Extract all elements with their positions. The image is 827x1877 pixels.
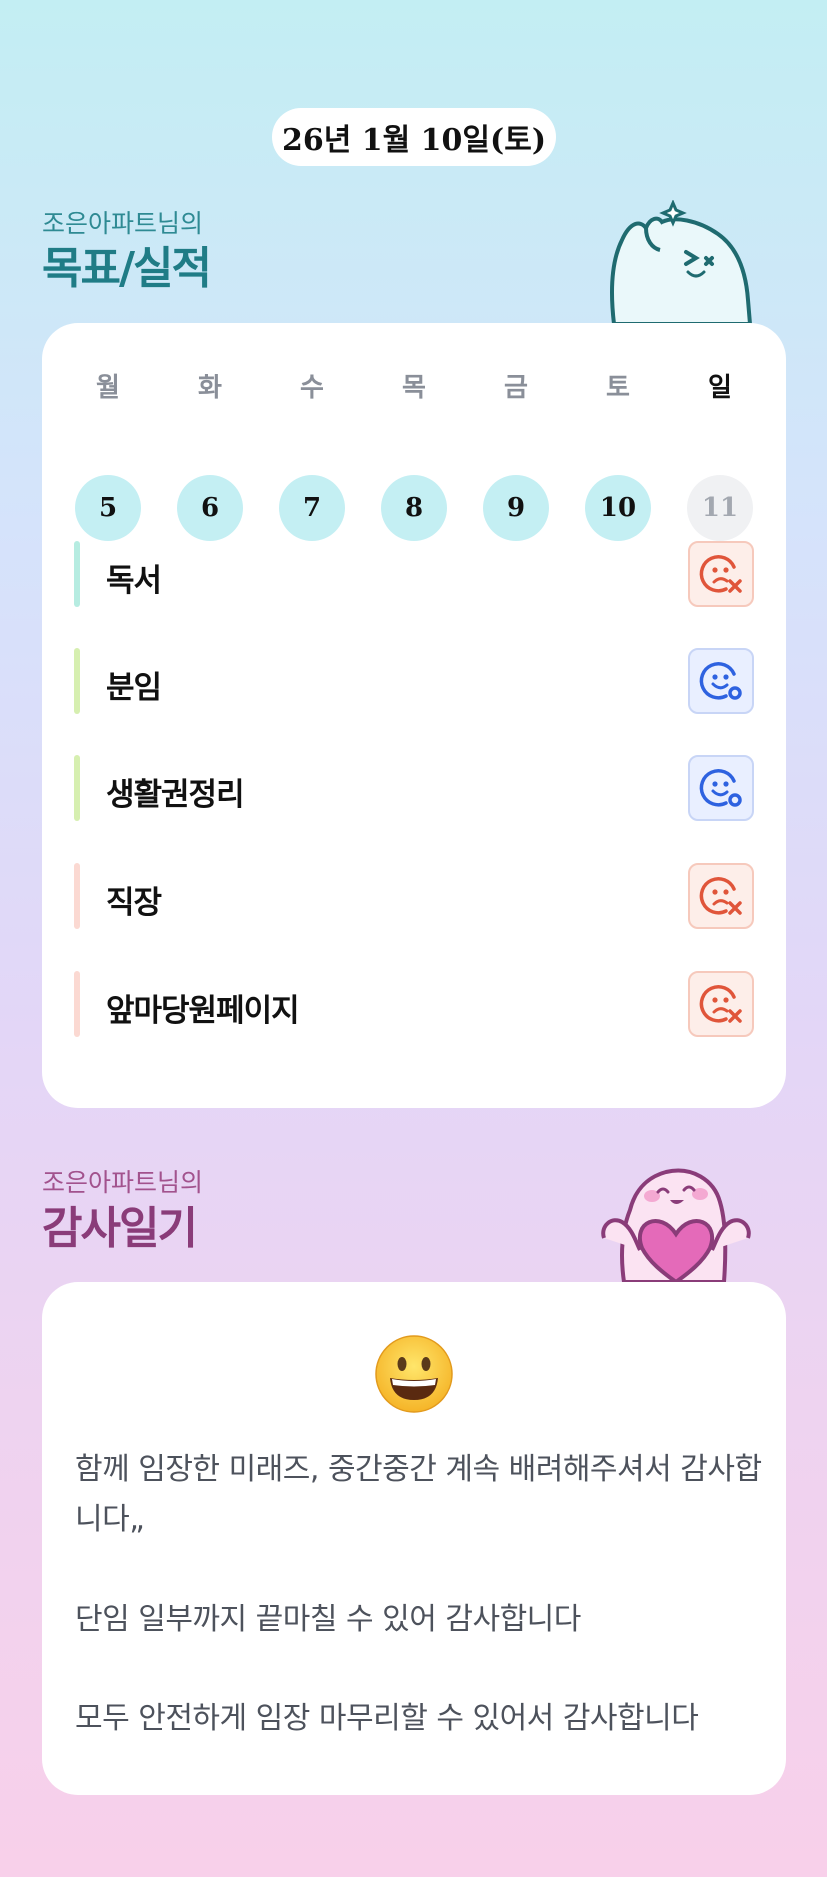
gratitude-section-title: 감사일기 xyxy=(42,1203,198,1254)
goal-row-work: 직장 xyxy=(74,863,754,929)
goal-label: 독서 xyxy=(106,563,162,599)
day-6[interactable]: 6 xyxy=(177,475,243,541)
smile-o-icon xyxy=(699,662,742,700)
smile-o-icon xyxy=(699,769,742,807)
goal-color-bar xyxy=(74,755,80,821)
day-8[interactable]: 8 xyxy=(381,475,447,541)
weekday-tue: 화 xyxy=(198,373,222,403)
goal-status-button[interactable] xyxy=(688,863,754,929)
goal-color-bar xyxy=(74,541,80,607)
sad-x-icon xyxy=(699,985,742,1023)
gratitude-entry: 모두 안전하게 임장 마무리할 수 있어서 감사합니다 xyxy=(75,1701,699,1736)
date-label: 26년 1월 10일(토) xyxy=(281,123,547,158)
weekday-sun: 일 xyxy=(708,373,732,403)
goals-card: 월 화 수 목 금 토 일 5 6 7 8 9 10 11 독서 분임 생활권정… xyxy=(42,323,786,1108)
goal-status-button[interactable] xyxy=(688,648,754,714)
weekday-fri: 금 xyxy=(504,373,528,403)
weekday-wed: 수 xyxy=(300,373,324,403)
day-7[interactable]: 7 xyxy=(279,475,345,541)
weekday-sat: 토 xyxy=(606,373,630,403)
goal-label: 직장 xyxy=(106,885,162,921)
day-11[interactable]: 11 xyxy=(687,475,753,541)
weekday-mon: 월 xyxy=(96,373,120,403)
date-pill[interactable]: 26년 1월 10일(토) xyxy=(272,108,556,166)
goal-color-bar xyxy=(74,648,80,714)
goal-status-button[interactable] xyxy=(688,971,754,1037)
goals-section-title: 목표/실적 xyxy=(42,243,212,294)
goal-label: 분임 xyxy=(106,670,162,706)
mascot-gratitude-illustration xyxy=(601,1168,751,1282)
day-5[interactable]: 5 xyxy=(75,475,141,541)
goal-status-button[interactable] xyxy=(688,755,754,821)
goal-row-reading: 독서 xyxy=(74,541,754,607)
goal-row-group: 분임 xyxy=(74,648,754,714)
goal-color-bar xyxy=(74,863,80,929)
sad-x-icon xyxy=(699,555,742,593)
goal-label: 앞마당원페이지 xyxy=(106,993,300,1029)
mascot-goals-illustration xyxy=(610,200,753,324)
goal-row-apmadang-page: 앞마당원페이지 xyxy=(74,971,754,1037)
day-9[interactable]: 9 xyxy=(483,475,549,541)
goal-color-bar xyxy=(74,971,80,1037)
grinning-face-icon xyxy=(374,1334,454,1414)
gratitude-entry: 함께 임장한 미래즈, 중간중간 계속 배려해주셔서 감사합니다„ xyxy=(75,1452,762,1537)
goal-status-button[interactable] xyxy=(688,541,754,607)
weekday-thu: 목 xyxy=(402,373,426,403)
goal-label: 생활권정리 xyxy=(106,777,245,813)
gratitude-entry: 단임 일부까지 끝마칠 수 있어 감사합니다 xyxy=(75,1602,581,1637)
gratitude-card: 함께 임장한 미래즈, 중간중간 계속 배려해주셔서 감사합니다„ 단임 일부까… xyxy=(42,1282,786,1795)
sad-x-icon xyxy=(699,877,742,915)
goal-row-area-survey: 생활권정리 xyxy=(74,755,754,821)
day-10[interactable]: 10 xyxy=(585,475,651,541)
